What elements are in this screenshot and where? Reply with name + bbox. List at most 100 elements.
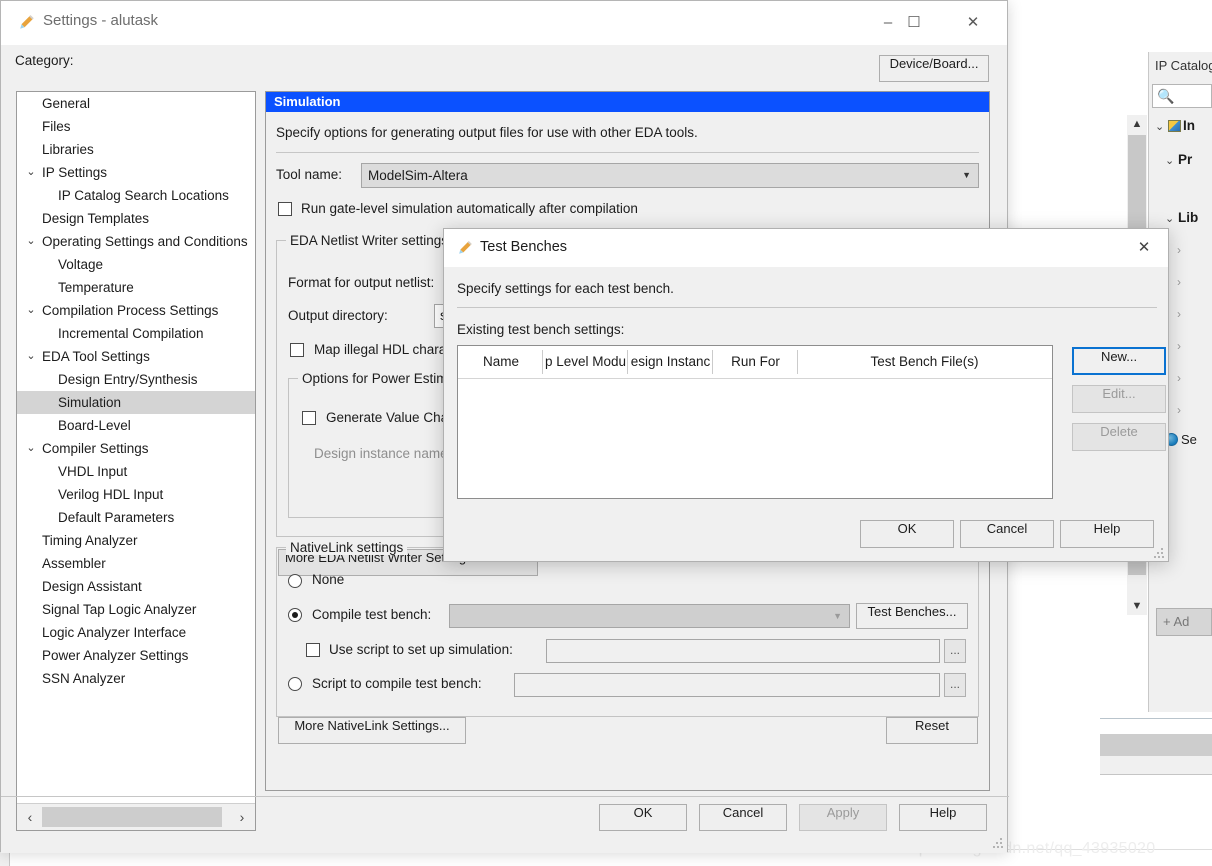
tree-item-label: Operating Settings and Conditions	[42, 234, 248, 249]
chevron-right-icon[interactable]: ›	[1177, 243, 1190, 257]
tree-item-timing-analyzer[interactable]: Timing Analyzer	[17, 529, 255, 552]
tree-item-vhdl-input[interactable]: VHDL Input	[17, 460, 255, 483]
script-compile-browse-button[interactable]: ...	[944, 673, 966, 697]
tree-item-eda-tool-settings[interactable]: ⌄ EDA Tool Settings	[17, 345, 255, 368]
maximize-button[interactable]: ☐	[891, 1, 937, 45]
column-divider[interactable]	[712, 350, 713, 374]
tree-item-design-assistant[interactable]: Design Assistant	[17, 575, 255, 598]
tree-item-design-templates[interactable]: Design Templates	[17, 207, 255, 230]
tree-item-compiler-settings[interactable]: ⌄ Compiler Settings	[17, 437, 255, 460]
column-divider[interactable]	[542, 350, 543, 374]
radio-script-compile[interactable]	[288, 677, 302, 691]
tree-item-temperature[interactable]: Temperature	[17, 276, 255, 299]
dialog-ok-button[interactable]: OK	[860, 520, 954, 548]
apply-button[interactable]: Apply	[799, 804, 887, 831]
help-button[interactable]: Help	[899, 804, 987, 831]
tree-item-default-parameters[interactable]: Default Parameters	[17, 506, 255, 529]
chevron-down-icon[interactable]: ⌄	[23, 345, 39, 368]
generate-vcd-checkbox[interactable]	[302, 411, 316, 425]
table-column-header[interactable]: Name	[459, 346, 543, 378]
edit-button[interactable]: Edit...	[1072, 385, 1166, 413]
tree-item-incremental-compilation[interactable]: Incremental Compilation	[17, 322, 255, 345]
dialog-help-button[interactable]: Help	[1060, 520, 1154, 548]
ip-catalog-tree-row[interactable]: ⌄ Pr	[1155, 152, 1212, 167]
tree-item-ip-catalog-search-locations[interactable]: IP Catalog Search Locations	[17, 184, 255, 207]
chevron-right-icon[interactable]: ›	[1177, 307, 1190, 321]
new-button[interactable]: New...	[1072, 347, 1166, 375]
table-column-header[interactable]: esign Instanc	[628, 346, 713, 378]
close-button[interactable]: ✕	[950, 1, 996, 45]
chevron-down-icon[interactable]: ⌄	[23, 299, 39, 322]
dialog-resize-grip-icon[interactable]	[1154, 548, 1164, 558]
column-divider[interactable]	[627, 350, 628, 374]
chevron-down-icon[interactable]: ⌄	[1165, 212, 1178, 225]
tree-item-verilog-hdl-input[interactable]: Verilog HDL Input	[17, 483, 255, 506]
script-compile-input[interactable]	[514, 673, 940, 697]
scroll-right-arrow-icon[interactable]: ›	[231, 804, 253, 830]
cancel-button[interactable]: Cancel	[699, 804, 787, 831]
column-divider[interactable]	[797, 350, 798, 374]
dialog-cancel-button[interactable]: Cancel	[960, 520, 1054, 548]
ip-catalog-tree-row[interactable]: ⌄ Lib	[1155, 210, 1212, 225]
dialog-description: Specify settings for each test bench.	[457, 281, 674, 296]
table-column-header[interactable]: Test Bench File(s)	[798, 346, 1051, 378]
chevron-down-icon[interactable]: ⌄	[23, 230, 39, 253]
tree-item-signal-tap-logic-analyzer[interactable]: Signal Tap Logic Analyzer	[17, 598, 255, 621]
run-gate-level-checkbox[interactable]	[278, 202, 292, 216]
chevron-right-icon[interactable]: ›	[1177, 403, 1190, 417]
reset-button[interactable]: Reset	[886, 717, 978, 744]
tree-item-ssn-analyzer[interactable]: SSN Analyzer	[17, 667, 255, 690]
use-script-browse-button[interactable]: ...	[944, 639, 966, 663]
category-tree-hscrollbar[interactable]: ‹ ›	[17, 803, 255, 830]
settings-titlebar[interactable]: Settings - alutask – ☐ ✕	[1, 1, 1007, 45]
tree-item-board-level[interactable]: Board-Level	[17, 414, 255, 437]
ip-catalog-title: IP Catalog	[1155, 58, 1212, 73]
tree-item-libraries[interactable]: Libraries	[17, 138, 255, 161]
tree-item-assembler[interactable]: Assembler	[17, 552, 255, 575]
category-tree[interactable]: General Files Libraries ⌄ IP Settings IP Cata…	[16, 91, 256, 831]
resize-grip-icon[interactable]	[993, 838, 1003, 848]
test-bench-table[interactable]: Name p Level Modu esign Instanc Run For Test…	[457, 345, 1053, 499]
hscroll-thumb[interactable]	[42, 807, 222, 827]
chevron-down-icon[interactable]: ⌄	[23, 161, 39, 184]
tree-item-voltage[interactable]: Voltage	[17, 253, 255, 276]
chevron-down-icon[interactable]: ⌄	[1155, 120, 1168, 133]
compile-test-bench-combobox[interactable]: ▼	[449, 604, 850, 628]
ip-catalog-search-input[interactable]: 🔍	[1152, 84, 1212, 108]
scroll-left-arrow-icon[interactable]: ‹	[19, 804, 41, 830]
tree-item-simulation[interactable]: Simulation	[17, 391, 255, 414]
chevron-right-icon[interactable]: ›	[1177, 371, 1190, 385]
dialog-close-icon[interactable]: ✕	[1132, 237, 1156, 261]
scroll-up-arrow-icon[interactable]: ▲	[1127, 115, 1147, 133]
radio-compile-test-bench[interactable]	[288, 608, 302, 622]
tree-item-design-entry-synthesis[interactable]: Design Entry/Synthesis	[17, 368, 255, 391]
chevron-down-icon[interactable]: ⌄	[1165, 154, 1178, 167]
use-script-input[interactable]	[546, 639, 940, 663]
output-netlist-format-label: Format for output netlist:	[288, 275, 435, 290]
ok-button[interactable]: OK	[599, 804, 687, 831]
delete-button[interactable]: Delete	[1072, 423, 1166, 451]
table-column-header[interactable]: p Level Modu	[543, 346, 628, 378]
tree-item-files[interactable]: Files	[17, 115, 255, 138]
tree-item-operating-settings-and-conditions[interactable]: ⌄ Operating Settings and Conditions	[17, 230, 255, 253]
device-board-button[interactable]: Device/Board...	[879, 55, 989, 82]
tree-item-general[interactable]: General	[17, 92, 255, 115]
chevron-right-icon[interactable]: ›	[1177, 339, 1190, 353]
tree-item-logic-analyzer-interface[interactable]: Logic Analyzer Interface	[17, 621, 255, 644]
tree-item-compilation-process-settings[interactable]: ⌄ Compilation Process Settings	[17, 299, 255, 322]
more-nativelink-settings-button[interactable]: More NativeLink Settings...	[278, 717, 466, 744]
chevron-right-icon[interactable]: ›	[1177, 275, 1190, 289]
tool-name-combobox[interactable]: ModelSim-Altera ▼	[361, 163, 979, 188]
use-script-checkbox[interactable]	[306, 643, 320, 657]
radio-none[interactable]	[288, 574, 302, 588]
tree-item-ip-settings[interactable]: ⌄ IP Settings	[17, 161, 255, 184]
scroll-down-arrow-icon[interactable]: ▼	[1127, 597, 1147, 615]
test-benches-titlebar[interactable]: Test Benches ✕	[444, 229, 1168, 267]
map-illegal-hdl-checkbox[interactable]	[290, 343, 304, 357]
test-benches-button[interactable]: Test Benches...	[856, 603, 968, 629]
tree-item-power-analyzer-settings[interactable]: Power Analyzer Settings	[17, 644, 255, 667]
chevron-down-icon[interactable]: ⌄	[23, 437, 39, 460]
ip-catalog-tree-row[interactable]: ⌄ In	[1155, 118, 1212, 133]
add-component-button[interactable]: + Ad	[1156, 608, 1212, 636]
table-column-header[interactable]: Run For	[713, 346, 798, 378]
